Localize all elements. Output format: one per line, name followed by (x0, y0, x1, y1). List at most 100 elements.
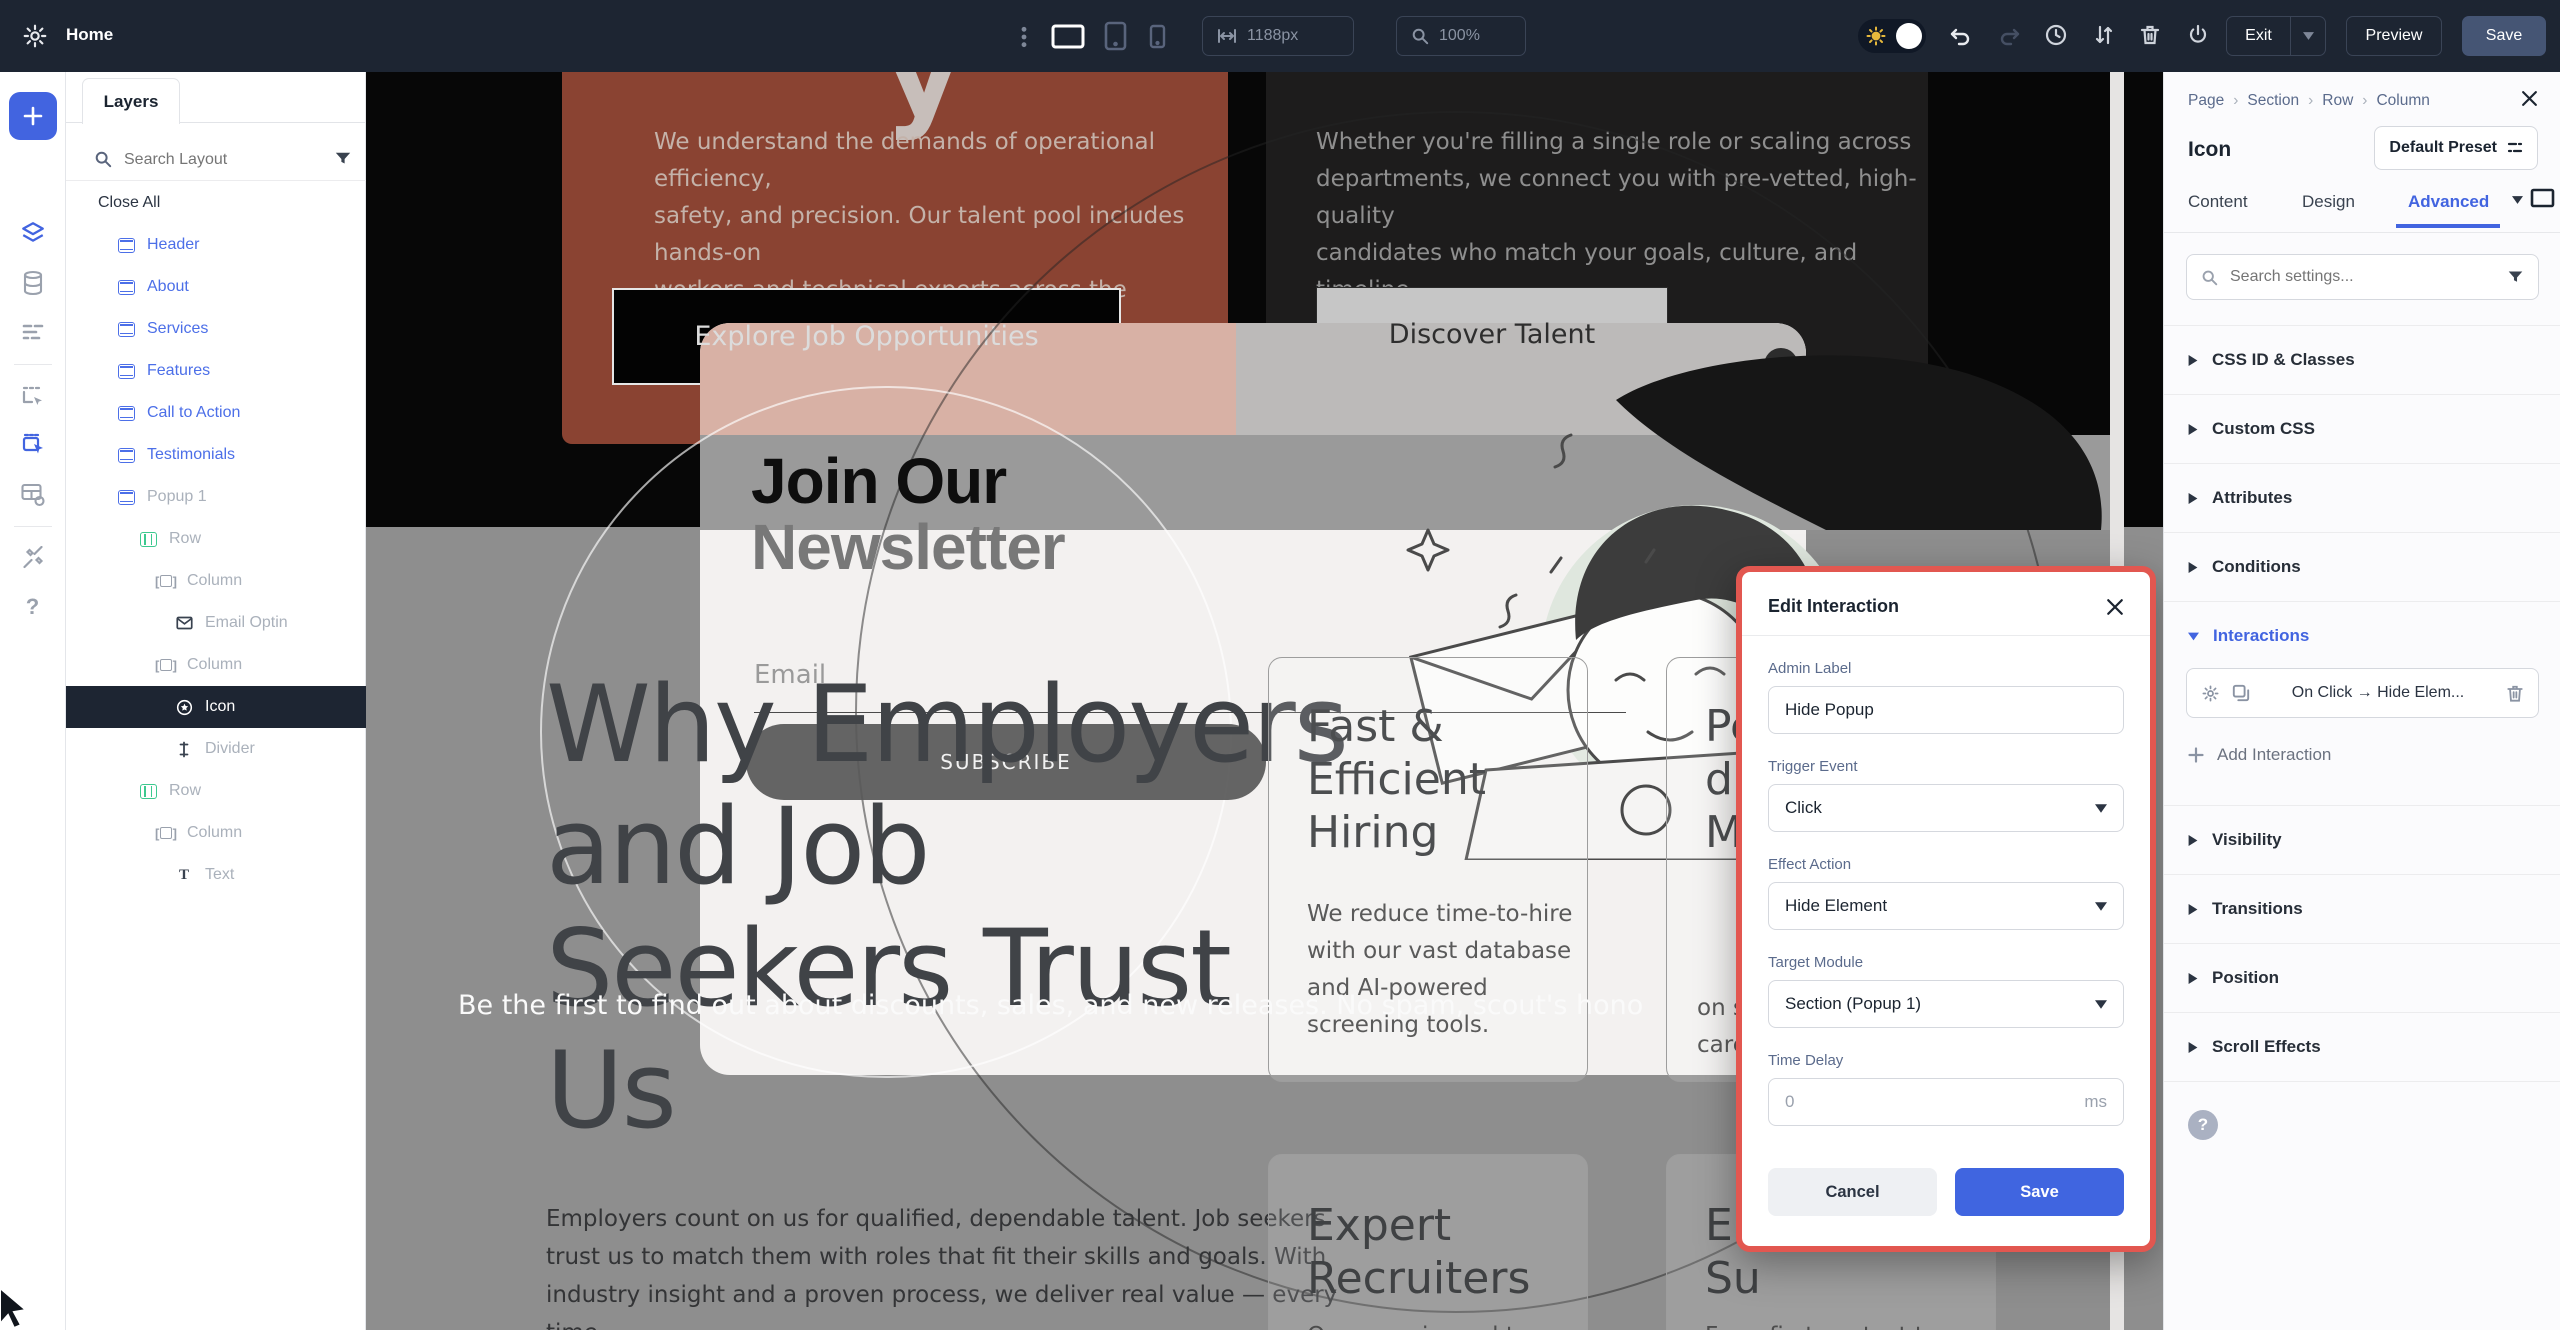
interaction-mode-icon[interactable] (20, 432, 46, 458)
layer-row-email-optin[interactable]: Email Optin (66, 602, 366, 644)
layer-row-popup-1[interactable]: Popup 1 (66, 476, 366, 518)
accordion-position[interactable]: Position (2164, 943, 2560, 1012)
default-preset-button[interactable]: Default Preset (2374, 126, 2538, 170)
tablet-breakpoint-icon[interactable] (1104, 21, 1127, 51)
accordion-scroll-effects[interactable]: Scroll Effects (2164, 1012, 2560, 1081)
page-canvas[interactable]: y We understand the demands of operation… (366, 72, 2163, 1330)
accordion-visibility[interactable]: Visibility (2164, 805, 2560, 874)
desktop-breakpoint-icon[interactable] (1050, 23, 1086, 50)
layer-row-column[interactable]: []Column (66, 812, 366, 854)
section-icon (118, 364, 135, 379)
responsive-desktop-icon[interactable] (2530, 188, 2555, 208)
page-title[interactable]: Home (66, 25, 113, 45)
tab-advanced[interactable]: Advanced (2408, 192, 2489, 212)
canvas-zoom-input[interactable]: 100% (1396, 16, 1526, 56)
sidebar-help-icon[interactable]: ? (2188, 1110, 2218, 1140)
element-title: Icon (2188, 138, 2231, 162)
accordion-attributes[interactable]: Attributes (2164, 463, 2560, 532)
modal-close-icon[interactable] (2106, 598, 2124, 616)
layer-row-row[interactable]: Row (66, 518, 366, 560)
templates-icon[interactable] (19, 482, 46, 507)
interaction-item-row[interactable]: On Click → Hide Elem... (2186, 668, 2539, 718)
target-module-label: Target Module (1768, 954, 2124, 971)
exit-dropdown-caret-icon[interactable] (2290, 17, 2325, 55)
layers-panel-icon[interactable] (20, 220, 46, 246)
dynamic-data-icon[interactable] (21, 270, 45, 296)
breadcrumb-column[interactable]: Column (2376, 92, 2429, 110)
layer-row-divider[interactable]: Divider (66, 728, 366, 770)
settings-list-icon[interactable] (21, 322, 45, 342)
layer-row-column[interactable]: []Column (66, 644, 366, 686)
responsive-caret-icon[interactable] (2512, 196, 2523, 204)
power-icon[interactable] (2186, 23, 2210, 47)
modal-cancel-button[interactable]: Cancel (1768, 1168, 1937, 1216)
section-icon (118, 448, 135, 463)
edit-interaction-modal: Edit Interaction Admin Label Trigger Eve… (1736, 566, 2156, 1252)
card-title: Fast &EfficientHiring (1307, 700, 1486, 859)
settings-filter-icon[interactable] (2507, 269, 2524, 286)
accordion-custom-css[interactable]: Custom CSS (2164, 394, 2560, 463)
accordion-conditions[interactable]: Conditions (2164, 532, 2560, 601)
theme-toggle[interactable] (1858, 19, 1926, 53)
layer-row-row[interactable]: Row (66, 770, 366, 812)
exit-button[interactable]: Exit (2227, 27, 2290, 45)
canvas-options-menu-icon[interactable] (1020, 26, 1028, 48)
redo-icon[interactable] (1998, 25, 2022, 47)
target-module-select[interactable]: Section (Popup 1) (1768, 980, 2124, 1028)
admin-label-input[interactable] (1768, 686, 2124, 734)
time-delay-input[interactable]: 0 ms (1768, 1078, 2124, 1126)
save-button[interactable]: Save (2462, 16, 2546, 56)
interaction-duplicate-icon[interactable] (2232, 684, 2250, 702)
settings-sidebar: Page› Section› Row› Column Icon Default … (2163, 72, 2560, 1330)
sidebar-close-icon[interactable] (2521, 90, 2538, 107)
layers-tab[interactable]: Layers (82, 78, 180, 124)
help-icon[interactable]: ? (26, 594, 39, 620)
layer-row-icon-selected[interactable]: Icon (66, 686, 366, 728)
selector-mode-icon[interactable] (20, 384, 46, 410)
accordion-bottom-border (2164, 1081, 2560, 1082)
close-all-button[interactable]: Close All (98, 194, 160, 212)
preview-button[interactable]: Preview (2346, 16, 2442, 56)
layer-row-about[interactable]: About (66, 266, 366, 308)
settings-search-input[interactable] (2228, 267, 2497, 287)
layer-row-testimonials[interactable]: Testimonials (66, 434, 366, 476)
add-element-button[interactable] (9, 92, 57, 140)
trash-icon[interactable] (2138, 23, 2162, 47)
trust-paragraph: Employers count on us for qualified, dep… (546, 1200, 1337, 1330)
layer-row-column[interactable]: []Column (66, 560, 366, 602)
breadcrumb-row[interactable]: Row (2322, 92, 2353, 110)
modal-save-button[interactable]: Save (1955, 1168, 2124, 1216)
trigger-event-label: Trigger Event (1768, 758, 2124, 775)
history-clock-icon[interactable] (2044, 23, 2068, 47)
interaction-settings-gear-icon[interactable] (2201, 684, 2220, 703)
mobile-breakpoint-icon[interactable] (1149, 24, 1166, 49)
layer-row-services[interactable]: Services (66, 308, 366, 350)
section-icon (118, 238, 135, 253)
trigger-event-select[interactable]: Click (1768, 784, 2124, 832)
layers-search-input[interactable] (122, 144, 316, 176)
canvas-width-input[interactable]: 1188px (1202, 16, 1354, 56)
tools-icon[interactable] (20, 546, 45, 571)
layer-row-features[interactable]: Features (66, 350, 366, 392)
undo-icon[interactable] (1948, 25, 1972, 47)
tab-content[interactable]: Content (2188, 192, 2248, 212)
breadcrumb: Page› Section› Row› Column (2188, 92, 2430, 110)
layer-row-header[interactable]: Header (66, 224, 366, 266)
canvas-width-value: 1188px (1247, 27, 1298, 45)
layers-filter-icon[interactable] (334, 150, 352, 168)
accordion-interactions-expanded[interactable]: Interactions (2164, 601, 2560, 670)
accordion-transitions[interactable]: Transitions (2164, 874, 2560, 943)
layer-row-text[interactable]: T Text (66, 854, 366, 896)
add-interaction-button[interactable]: Add Interaction (2188, 745, 2331, 765)
accordion-css-id-classes[interactable]: CSS ID & Classes (2164, 325, 2560, 394)
builder-settings-gear-icon[interactable] (22, 23, 48, 49)
effect-action-select[interactable]: Hide Element (1768, 882, 2124, 930)
modal-title: Edit Interaction (1768, 596, 1899, 617)
settings-search[interactable] (2186, 254, 2539, 300)
interaction-delete-trash-icon[interactable] (2506, 684, 2524, 703)
breadcrumb-page[interactable]: Page (2188, 92, 2224, 110)
layer-row-call-to-action[interactable]: Call to Action (66, 392, 366, 434)
tab-design[interactable]: Design (2302, 192, 2355, 212)
breadcrumb-section[interactable]: Section (2247, 92, 2299, 110)
import-export-icon[interactable] (2092, 23, 2116, 47)
